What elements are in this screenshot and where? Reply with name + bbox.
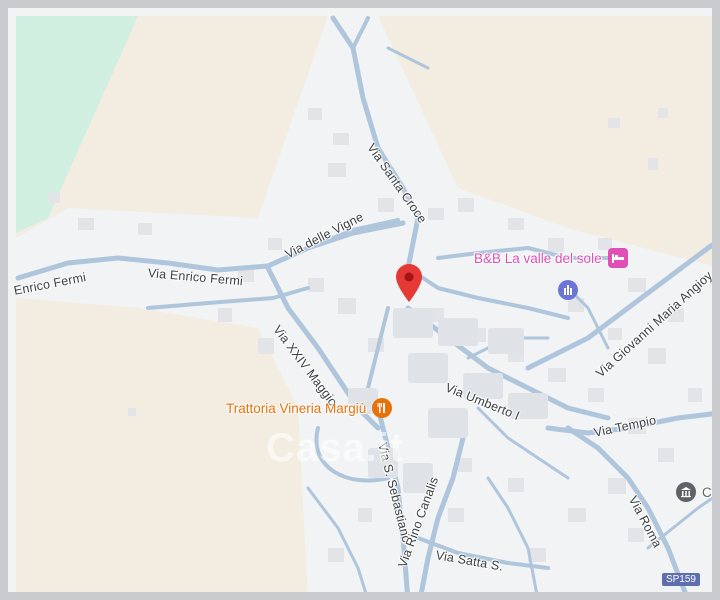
poi-worship[interactable] bbox=[558, 280, 578, 300]
cutlery-icon[interactable] bbox=[372, 398, 393, 418]
watermark: Casa.it bbox=[266, 426, 405, 470]
map-view[interactable]: Enrico Fermi Via Enrico Fermi Via delle … bbox=[0, 0, 720, 600]
poi-museum[interactable]: Co bbox=[676, 482, 712, 502]
poi-restaurant[interactable]: Trattoria Vineria Margiù bbox=[226, 398, 393, 418]
poi-restaurant-label[interactable]: Trattoria Vineria Margiù bbox=[226, 401, 366, 416]
location-pin-icon[interactable] bbox=[396, 264, 422, 302]
bed-icon[interactable] bbox=[607, 248, 628, 268]
route-badge: SP159 bbox=[661, 573, 700, 586]
poi-museum-label[interactable]: Co bbox=[702, 485, 712, 500]
museum-icon[interactable] bbox=[676, 482, 696, 502]
poi-hotel-label[interactable]: B&B La valle del sole bbox=[474, 251, 602, 266]
place-of-worship-icon[interactable] bbox=[558, 280, 578, 300]
map-canvas[interactable] bbox=[8, 8, 720, 600]
poi-hotel[interactable]: B&B La valle del sole bbox=[474, 248, 628, 268]
